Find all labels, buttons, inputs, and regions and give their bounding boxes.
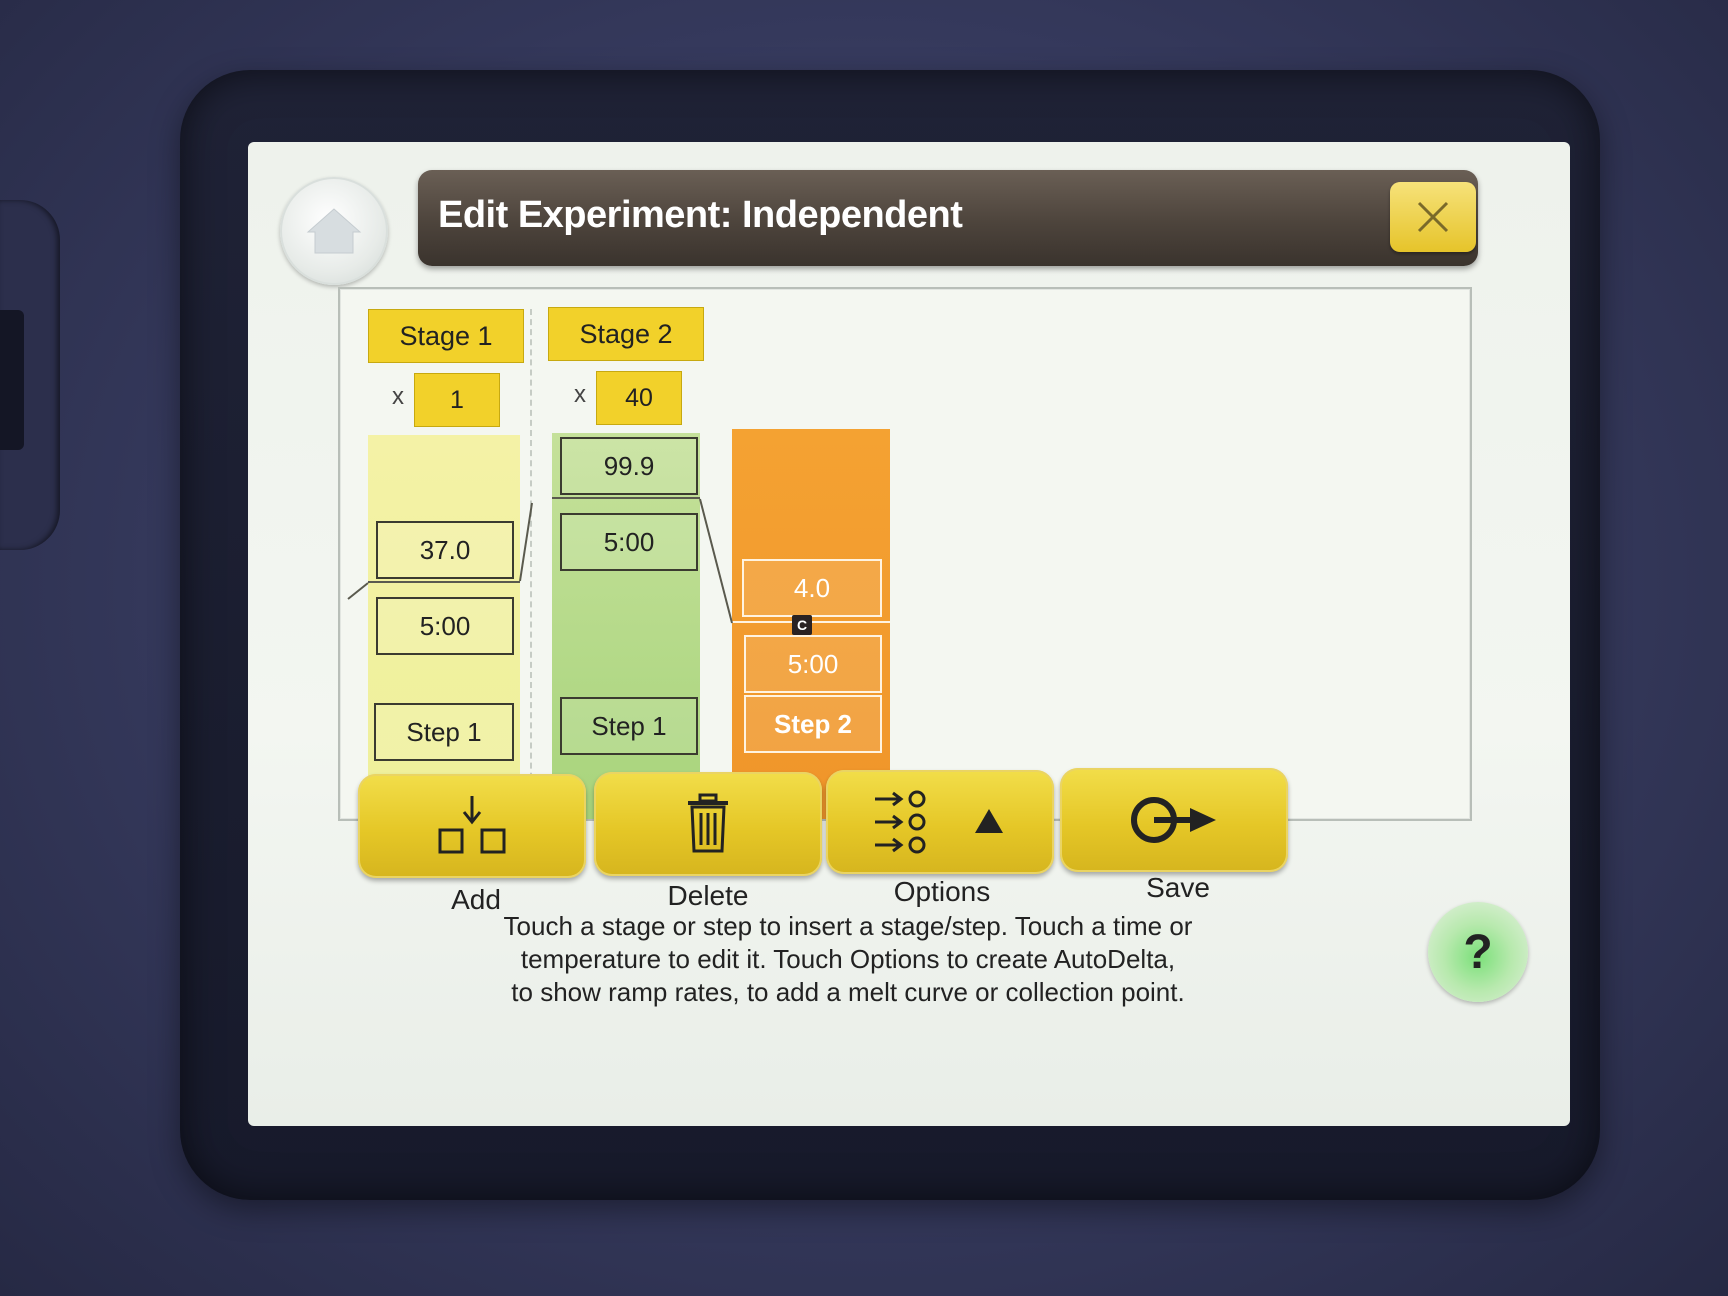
step-time[interactable]: 5:00 — [744, 635, 882, 693]
close-button[interactable] — [1390, 182, 1476, 252]
add-step-icon — [438, 796, 506, 854]
step-temperature[interactable]: 99.9 — [560, 437, 698, 495]
options-label: Options — [893, 876, 991, 907]
collection-point-icon[interactable]: C — [792, 615, 812, 635]
step-column-stage2-step2[interactable]: 4.0 C 5:00 Step 2 — [732, 429, 890, 819]
stage-2-label[interactable]: Stage 2 — [548, 307, 704, 361]
touch-screen: Edit Experiment: Independent Stage 1 x 1… — [248, 142, 1570, 1126]
stage-1-cycles[interactable]: 1 — [414, 373, 500, 427]
save-label: Save — [1146, 872, 1210, 903]
home-icon — [306, 208, 362, 254]
help-line-3: to show ramp rates, to add a melt curve … — [511, 977, 1185, 1007]
title-bar: Edit Experiment: Independent — [418, 170, 1478, 266]
stage-1-times-x: x — [392, 383, 404, 410]
step-column-stage1-step1[interactable]: 37.0 5:00 Step 1 — [368, 435, 520, 819]
stage-2-times-x: x — [574, 381, 586, 408]
help-line-2: temperature to edit it. Touch Options to… — [520, 944, 1176, 974]
step-label: Step 1 — [560, 697, 698, 755]
help-button[interactable]: ? — [1428, 902, 1528, 1002]
step-column-stage2-step1[interactable]: 99.9 5:00 Step 1 — [552, 433, 700, 819]
step-label: Step 1 — [374, 703, 514, 761]
step-time[interactable]: 5:00 — [560, 513, 698, 571]
usb-port — [0, 310, 24, 450]
delete-label: Delete — [667, 880, 749, 911]
options-button[interactable] — [826, 770, 1054, 874]
stage-divider — [530, 309, 532, 809]
close-icon — [1417, 201, 1449, 233]
help-instructions: Touch a stage or step to insert a stage/… — [388, 910, 1308, 1009]
home-button[interactable] — [280, 177, 388, 285]
temperature-line — [368, 581, 520, 583]
save-button[interactable] — [1060, 768, 1288, 872]
expand-triangle-icon — [975, 809, 1003, 833]
step-label: Step 2 — [744, 695, 882, 753]
stage-1-label[interactable]: Stage 1 — [368, 309, 524, 363]
help-line-1: Touch a stage or step to insert a stage/… — [503, 911, 1193, 941]
thermal-profile-panel: Stage 1 x 1 Stage 2 x 40 37.0 5:00 Step … — [338, 287, 1472, 821]
page-title: Edit Experiment: Independent — [438, 194, 963, 236]
step-time[interactable]: 5:00 — [376, 597, 514, 655]
temperature-line — [552, 497, 700, 499]
step-temperature[interactable]: 4.0 — [742, 559, 882, 617]
options-icon — [875, 790, 1003, 854]
delete-button[interactable] — [594, 772, 822, 876]
stage-2-cycles[interactable]: 40 — [596, 371, 682, 425]
step-temperature[interactable]: 37.0 — [376, 521, 514, 579]
add-button[interactable] — [358, 774, 586, 878]
save-icon — [1131, 797, 1216, 843]
trash-icon — [688, 793, 728, 853]
